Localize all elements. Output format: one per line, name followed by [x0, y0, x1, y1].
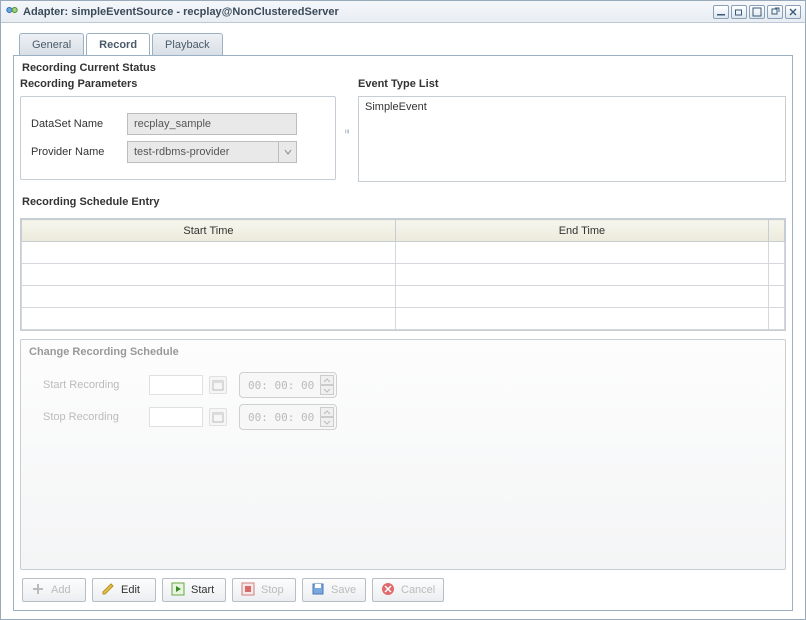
- schedule-entry-label: Recording Schedule Entry: [20, 190, 786, 212]
- play-icon: [171, 582, 185, 599]
- grid-cell[interactable]: [22, 308, 396, 330]
- spinner-up-icon[interactable]: [320, 375, 334, 385]
- stop-icon: [241, 582, 255, 599]
- spinner-down-icon[interactable]: [320, 417, 334, 427]
- stop-recording-label: Stop Recording: [43, 411, 143, 423]
- grid-cell[interactable]: [395, 242, 768, 264]
- save-button[interactable]: Save: [302, 578, 366, 602]
- cancel-button[interactable]: Cancel: [372, 578, 444, 602]
- event-type-listbox[interactable]: SimpleEvent: [358, 96, 786, 182]
- grid-cell[interactable]: [395, 286, 768, 308]
- grid-cell[interactable]: [22, 242, 396, 264]
- tab-general[interactable]: General: [19, 33, 84, 56]
- stop-date-input[interactable]: [149, 407, 203, 427]
- stop-time-spinner[interactable]: 00: 00: 00: [239, 404, 337, 430]
- titlebar: Adapter: simpleEventSource - recplay@Non…: [1, 1, 805, 23]
- change-schedule-panel: Change Recording Schedule Start Recordin…: [20, 339, 786, 570]
- stop-button[interactable]: Stop: [232, 578, 296, 602]
- recording-params-label: Recording Parameters: [20, 78, 336, 90]
- adapter-icon: [5, 3, 19, 20]
- minimize-button[interactable]: [713, 5, 729, 19]
- tab-record[interactable]: Record: [86, 33, 150, 56]
- calendar-icon[interactable]: [209, 376, 227, 394]
- tab-strip: General Record Playback: [13, 33, 793, 56]
- restore-down-button[interactable]: [731, 5, 747, 19]
- provider-name-label: Provider Name: [31, 146, 127, 158]
- cancel-icon: [381, 582, 395, 599]
- calendar-icon[interactable]: [209, 408, 227, 426]
- start-date-input[interactable]: [149, 375, 203, 395]
- bottom-toolbar: Add Edit Start Stop Save: [20, 570, 786, 604]
- recording-status-label: Recording Current Status: [20, 56, 786, 78]
- window-buttons: [713, 5, 801, 19]
- col-spacer: [769, 220, 785, 242]
- grid-cell[interactable]: [22, 264, 396, 286]
- col-end-time[interactable]: End Time: [395, 220, 768, 242]
- col-start-time[interactable]: Start Time: [22, 220, 396, 242]
- grid-cell[interactable]: [395, 264, 768, 286]
- event-type-list-label: Event Type List: [358, 78, 786, 90]
- dataset-name-label: DataSet Name: [31, 118, 127, 130]
- detach-button[interactable]: [767, 5, 783, 19]
- edit-button[interactable]: Edit: [92, 578, 156, 602]
- window-title: Adapter: simpleEventSource - recplay@Non…: [19, 6, 713, 18]
- plus-icon: [31, 582, 45, 599]
- start-button[interactable]: Start: [162, 578, 226, 602]
- chevron-down-icon: [278, 142, 296, 162]
- grid-cell[interactable]: [22, 286, 396, 308]
- grid-cell[interactable]: [395, 308, 768, 330]
- spinner-down-icon[interactable]: [320, 385, 334, 395]
- adapter-window: Adapter: simpleEventSource - recplay@Non…: [0, 0, 806, 620]
- spinner-up-icon[interactable]: [320, 407, 334, 417]
- schedule-grid: Start Time End Time: [20, 218, 786, 331]
- splitter-handle[interactable]: ≡: [344, 78, 350, 182]
- pencil-icon: [101, 582, 115, 599]
- close-button[interactable]: [785, 5, 801, 19]
- provider-name-combo[interactable]: test-rdbms-provider: [127, 141, 297, 163]
- add-button[interactable]: Add: [22, 578, 86, 602]
- floppy-icon: [311, 582, 325, 599]
- maximize-button[interactable]: [749, 5, 765, 19]
- tab-playback[interactable]: Playback: [152, 33, 223, 56]
- dataset-name-input[interactable]: recplay_sample: [127, 113, 297, 135]
- start-recording-label: Start Recording: [43, 379, 143, 391]
- start-time-spinner[interactable]: 00: 00: 00: [239, 372, 337, 398]
- tab-record-panel: Recording Current Status Recording Param…: [13, 55, 793, 611]
- list-item[interactable]: SimpleEvent: [361, 99, 783, 115]
- recording-params-fieldset: DataSet Name recplay_sample Provider Nam…: [20, 96, 336, 180]
- change-schedule-title: Change Recording Schedule: [29, 346, 777, 358]
